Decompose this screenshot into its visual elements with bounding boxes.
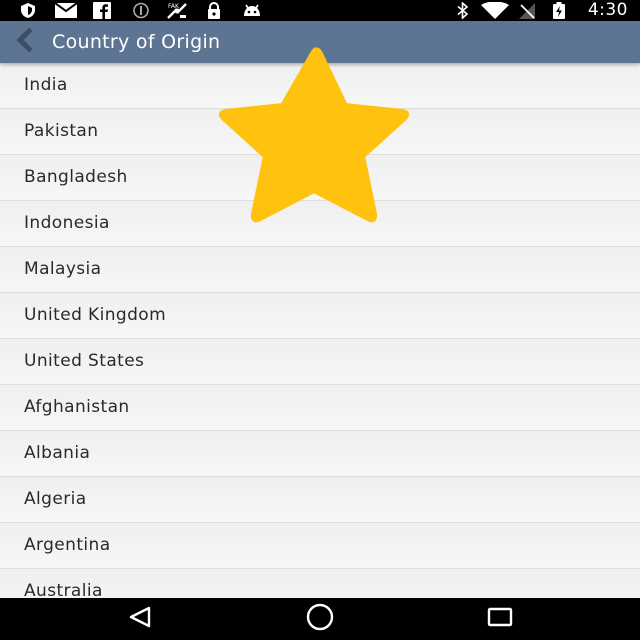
nav-home-button[interactable] — [290, 598, 350, 640]
status-time: 4:30 — [587, 0, 628, 20]
list-item-label: Pakistan — [24, 121, 99, 141]
list-item-australia[interactable]: Australia — [0, 569, 640, 598]
recents-square-icon — [487, 606, 513, 632]
list-item-label: Australia — [24, 581, 103, 598]
list-item-label: Malaysia — [24, 259, 102, 279]
nav-back-button[interactable] — [110, 598, 170, 640]
list-item-label: Bangladesh — [24, 167, 128, 187]
home-circle-icon — [305, 602, 335, 636]
back-triangle-icon — [127, 606, 153, 632]
star-shape — [218, 47, 410, 223]
status-bar: FAK 4:30 — [0, 0, 640, 21]
circle-icon — [130, 2, 152, 19]
wifi-icon — [480, 2, 510, 19]
list-item-albania[interactable]: Albania — [0, 431, 640, 477]
battery-icon — [550, 2, 568, 19]
screen: FAK 4:30 Country of Origin India Pakista… — [0, 0, 640, 640]
list-item-united-kingdom[interactable]: United Kingdom — [0, 293, 640, 339]
back-button[interactable] — [10, 27, 40, 57]
mail-icon — [54, 2, 78, 19]
nav-bar — [0, 598, 640, 640]
star-icon[interactable] — [218, 46, 410, 230]
list-item-malaysia[interactable]: Malaysia — [0, 247, 640, 293]
lock-icon — [204, 2, 224, 19]
android-icon — [240, 2, 264, 19]
list-item-label: India — [24, 75, 68, 95]
nav-recents-button[interactable] — [470, 598, 530, 640]
list-item-united-states[interactable]: United States — [0, 339, 640, 385]
list-item-label: Indonesia — [24, 213, 110, 233]
list-item-label: United States — [24, 351, 145, 371]
list-item-label: Afghanistan — [24, 397, 130, 417]
no-signal-icon — [516, 2, 538, 19]
list-item-argentina[interactable]: Argentina — [0, 523, 640, 569]
list-item-label: Argentina — [24, 535, 111, 555]
list-item-algeria[interactable]: Algeria — [0, 477, 640, 523]
fake-gps-icon: FAK — [164, 2, 190, 19]
list-item-label: United Kingdom — [24, 305, 167, 325]
list-item-label: Albania — [24, 443, 91, 463]
facebook-icon — [92, 2, 112, 19]
list-item-label: Algeria — [24, 489, 87, 509]
list-item-afghanistan[interactable]: Afghanistan — [0, 385, 640, 431]
bluetooth-icon — [454, 2, 472, 19]
shield-icon — [18, 2, 38, 19]
chevron-left-icon — [14, 27, 36, 57]
page-title: Country of Origin — [52, 31, 221, 53]
